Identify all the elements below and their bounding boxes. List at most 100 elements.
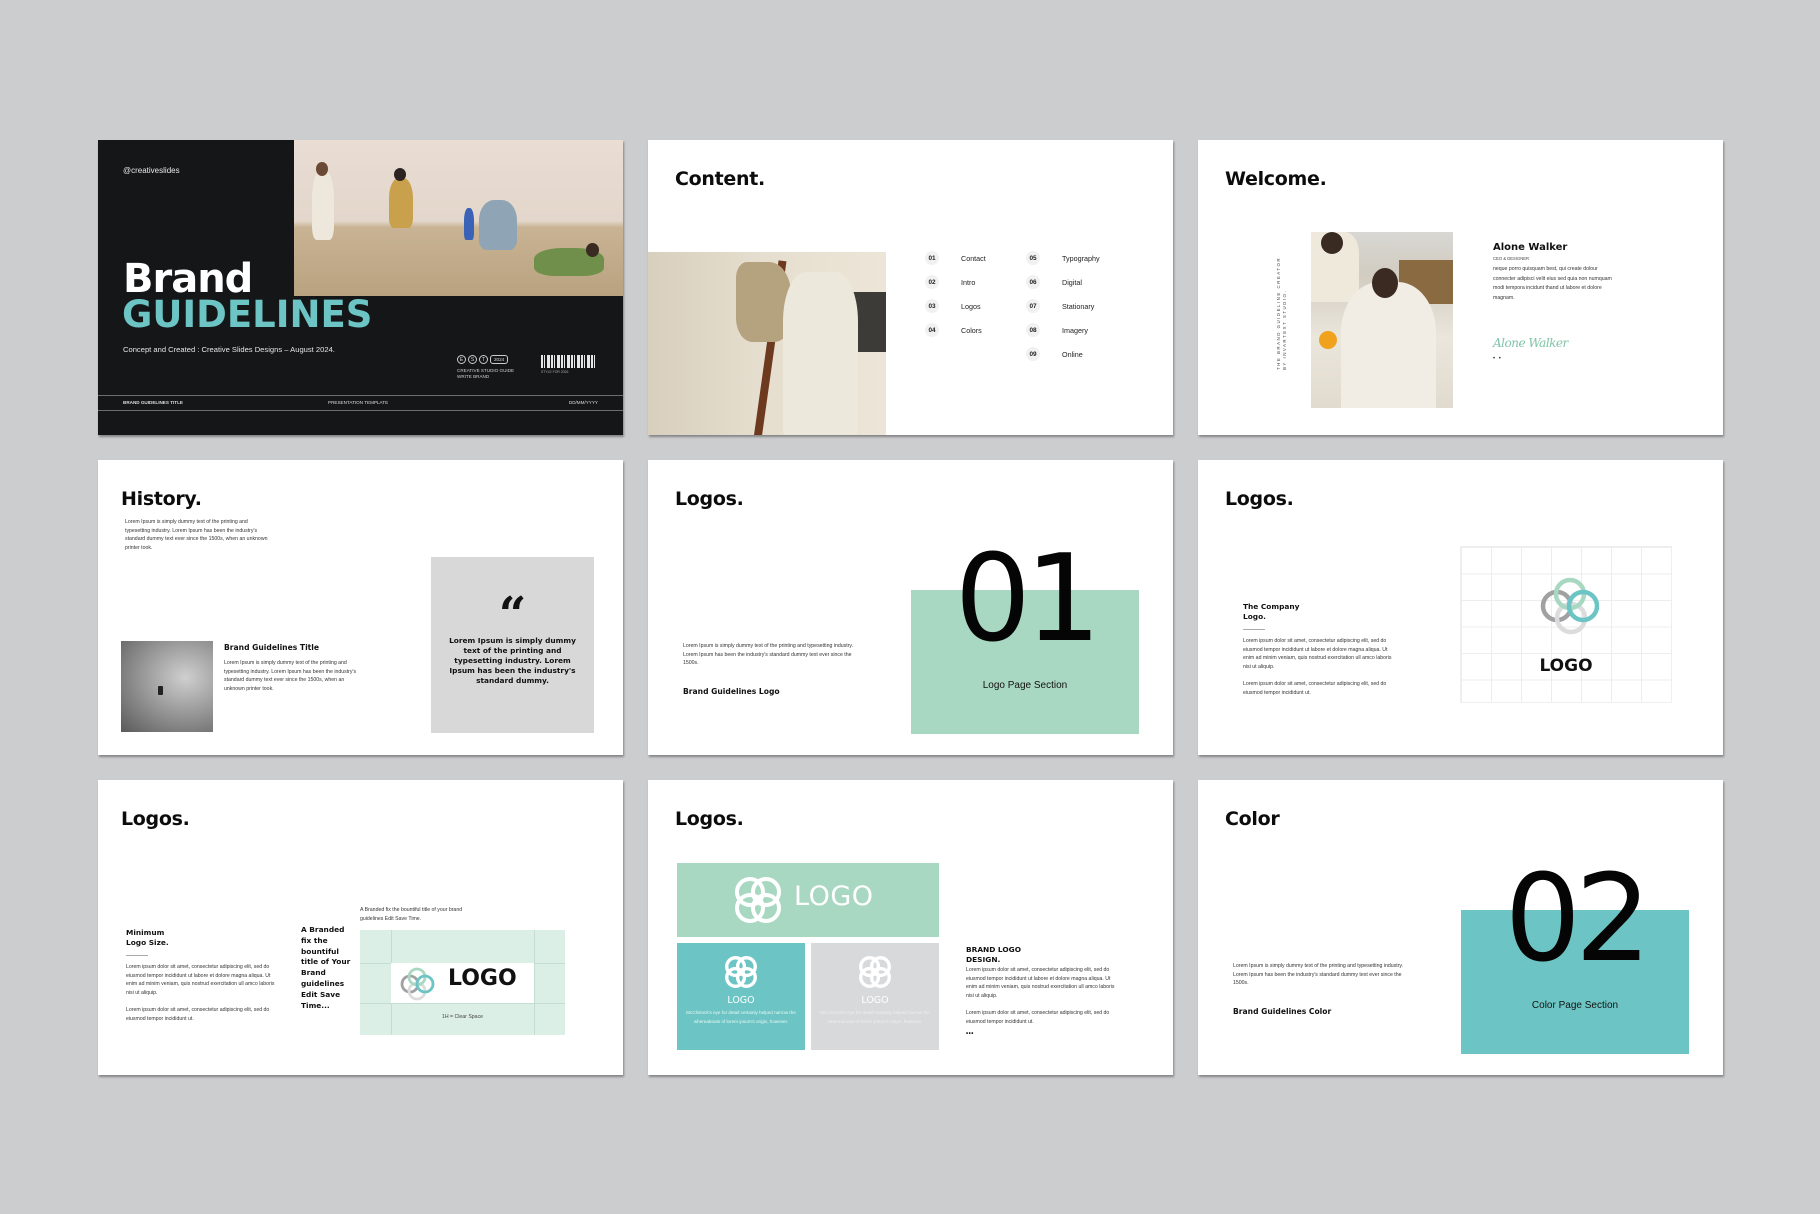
slide-logos-company[interactable]: Logos. The Company Logo. Lorem ipsum dol…	[1198, 460, 1723, 755]
welcome-photo	[1311, 232, 1453, 408]
section-text: Lorem Ipsum is simply dummy text of the …	[683, 643, 854, 667]
card-text: McClintock's eye for detail certainly he…	[820, 1010, 930, 1024]
quote-text: Lorem Ipsum is simply dummy text of the …	[449, 636, 576, 685]
social-handle: @creativeslides	[123, 166, 180, 175]
content-num: 07	[1026, 299, 1040, 313]
heading-line1: The Company	[1243, 602, 1300, 611]
content-num: 09	[1026, 347, 1040, 361]
content-num: 01	[925, 251, 939, 265]
flower-logo-icon	[859, 956, 891, 988]
content-link-contact[interactable]: Contact	[961, 254, 1026, 263]
necklace-photo	[121, 641, 213, 732]
content-link-online[interactable]: Online	[1062, 350, 1132, 359]
heading-line2: Logo Size.	[126, 938, 169, 947]
divider	[126, 955, 148, 956]
content-link-stationary[interactable]: Stationary	[1062, 302, 1132, 311]
slide-title: Color	[1225, 808, 1280, 830]
content-num: 04	[925, 323, 939, 337]
person-bio: neque porro quisquam best, qui create do…	[1493, 266, 1612, 301]
slide-title: Logos.	[1225, 488, 1294, 510]
badge-e: E	[457, 355, 466, 364]
content-link-digital[interactable]: Digital	[1062, 278, 1132, 287]
section-label: Logo Page Section	[982, 680, 1068, 691]
paragraph-2: Lorem ipsum dolor sit amet, consectetur …	[1243, 681, 1387, 696]
slide-history[interactable]: History. Lorem Ipsum is simply dummy tex…	[98, 460, 623, 755]
logo-card-teal: LOGO McClintock's eye for detail certain…	[677, 943, 805, 1050]
dots-decoration: • •	[1493, 356, 1502, 362]
slide-logos-min-size[interactable]: Logos. Minimum Logo Size. Lorem ipsum do…	[98, 780, 623, 1075]
signature: Alone Walker	[1493, 336, 1568, 350]
content-link-logos[interactable]: Logos	[961, 302, 1026, 311]
clear-space-area: LOGO 1H = Clear Space	[360, 930, 565, 1035]
paragraph-1: Lorem ipsum dolor sit amet, consectetur …	[1243, 638, 1392, 670]
dots-decoration: •••	[966, 1031, 974, 1037]
section-sub: Brand Guidelines Logo	[683, 687, 780, 696]
divider	[1243, 629, 1265, 630]
logo-banner-mint: LOGO	[677, 863, 939, 937]
est-badges: E S T 2024	[457, 355, 509, 364]
paragraph-2: Lorem ipsum dolor sit amet, consectetur …	[126, 1007, 270, 1022]
photo-figure-head	[1321, 232, 1343, 254]
section-text: Lorem Ipsum is simply dummy text of the …	[1233, 963, 1404, 987]
slide-logos-design[interactable]: Logos. LOGO LOGO McClintock's eye for de…	[648, 780, 1173, 1075]
vertical-credit-line2: BY INVARTEXT STUDIO.	[1282, 289, 1287, 370]
heading-line2: DESIGN.	[966, 955, 1001, 964]
flower-logo-icon	[735, 877, 781, 923]
content-num: 02	[925, 275, 939, 289]
slide-title: Welcome.	[1225, 168, 1327, 190]
logo-wordmark: LOGO	[794, 881, 874, 912]
content-link-imagery[interactable]: Imagery	[1062, 326, 1132, 335]
logo-wordmark: LOGO	[861, 995, 889, 1006]
card-text: McClintock's eye for detail certainly he…	[686, 1010, 796, 1024]
logo-wordmark: LOGO	[448, 966, 517, 991]
badge-year: 2024	[490, 355, 509, 364]
heading-line2: Logo.	[1243, 612, 1266, 621]
paragraph-1: Lorem ipsum dolor sit amet, consectetur …	[966, 967, 1115, 999]
logo-wordmark: LOGO	[727, 995, 755, 1006]
company-logo-heading: The Company Logo.	[1243, 602, 1299, 622]
footer-center: PRESENTATION TEMPLATE	[328, 400, 389, 405]
slide-logos-section[interactable]: Logos. Lorem Ipsum is simply dummy text …	[648, 460, 1173, 755]
studio-text: CREATIVE STUDIO GUIDE WRITE BRAND	[457, 368, 515, 379]
slide-title: History.	[121, 488, 202, 510]
photo-orange	[1319, 331, 1337, 349]
rings-logo-icon	[400, 967, 435, 1001]
slide-title: Logos.	[675, 488, 744, 510]
history-intro: Lorem Ipsum is simply dummy text of the …	[125, 519, 268, 551]
logo-wordmark: LOGO	[1539, 656, 1593, 676]
content-list: 01 Contact 05 Typography 02 Intro 06 Dig…	[925, 251, 1132, 361]
clear-space-caption: A Branded fix the bountiful title of you…	[360, 907, 463, 922]
slide-color-section[interactable]: Color Lorem Ipsum is simply dummy text o…	[1198, 780, 1723, 1075]
slide-title: Content.	[675, 168, 765, 190]
barcode-label: STYLE FOR 2026	[541, 370, 569, 374]
paragraph-2: Lorem ipsum dolor sit amet, consectetur …	[966, 1010, 1110, 1025]
tank-top	[783, 272, 858, 435]
content-link-intro[interactable]: Intro	[961, 278, 1026, 287]
barcode-icon	[541, 355, 595, 368]
section-number: 02	[1504, 850, 1652, 989]
footer-right: DD/MM/YYYY	[568, 400, 598, 405]
content-num: 06	[1026, 275, 1040, 289]
badge-s: S	[468, 355, 477, 364]
flower-logo-icon	[725, 956, 757, 988]
quote-box: “ Lorem Ipsum is simply dummy text of th…	[431, 557, 594, 733]
person-role: CEO & DESIGNER	[1493, 256, 1530, 261]
slide-title: Logos.	[121, 808, 190, 830]
content-link-typography[interactable]: Typography	[1062, 254, 1132, 263]
cover-footer: BRAND GUIDELINES TITLE PRESENTATION TEMP…	[98, 395, 623, 411]
slide-cover[interactable]: @creativeslides Brand GUIDELINES Concept…	[98, 140, 623, 435]
history-sub-title: Brand Guidelines Title	[224, 643, 320, 652]
content-num: 05	[1026, 251, 1040, 265]
section-number: 01	[954, 530, 1102, 669]
person-name: Alone Walker	[1493, 242, 1568, 253]
slide-welcome[interactable]: Welcome. THE BRAND GUIDELINE CREATOR BY …	[1198, 140, 1723, 435]
photo-man	[1341, 282, 1436, 408]
content-link-colors[interactable]: Colors	[961, 326, 1026, 335]
heading-line1: BRAND LOGO	[966, 945, 1022, 954]
quote-icon: “	[498, 587, 527, 643]
photo-man-head	[1372, 268, 1398, 298]
slide-content[interactable]: Content. 01 Contact 05 Typography 02 Int…	[648, 140, 1173, 435]
clothes-photo	[648, 252, 886, 435]
min-size-heading: Minimum Logo Size.	[126, 928, 169, 948]
paragraph-1: Lorem ipsum dolor sit amet, consectetur …	[126, 964, 275, 996]
